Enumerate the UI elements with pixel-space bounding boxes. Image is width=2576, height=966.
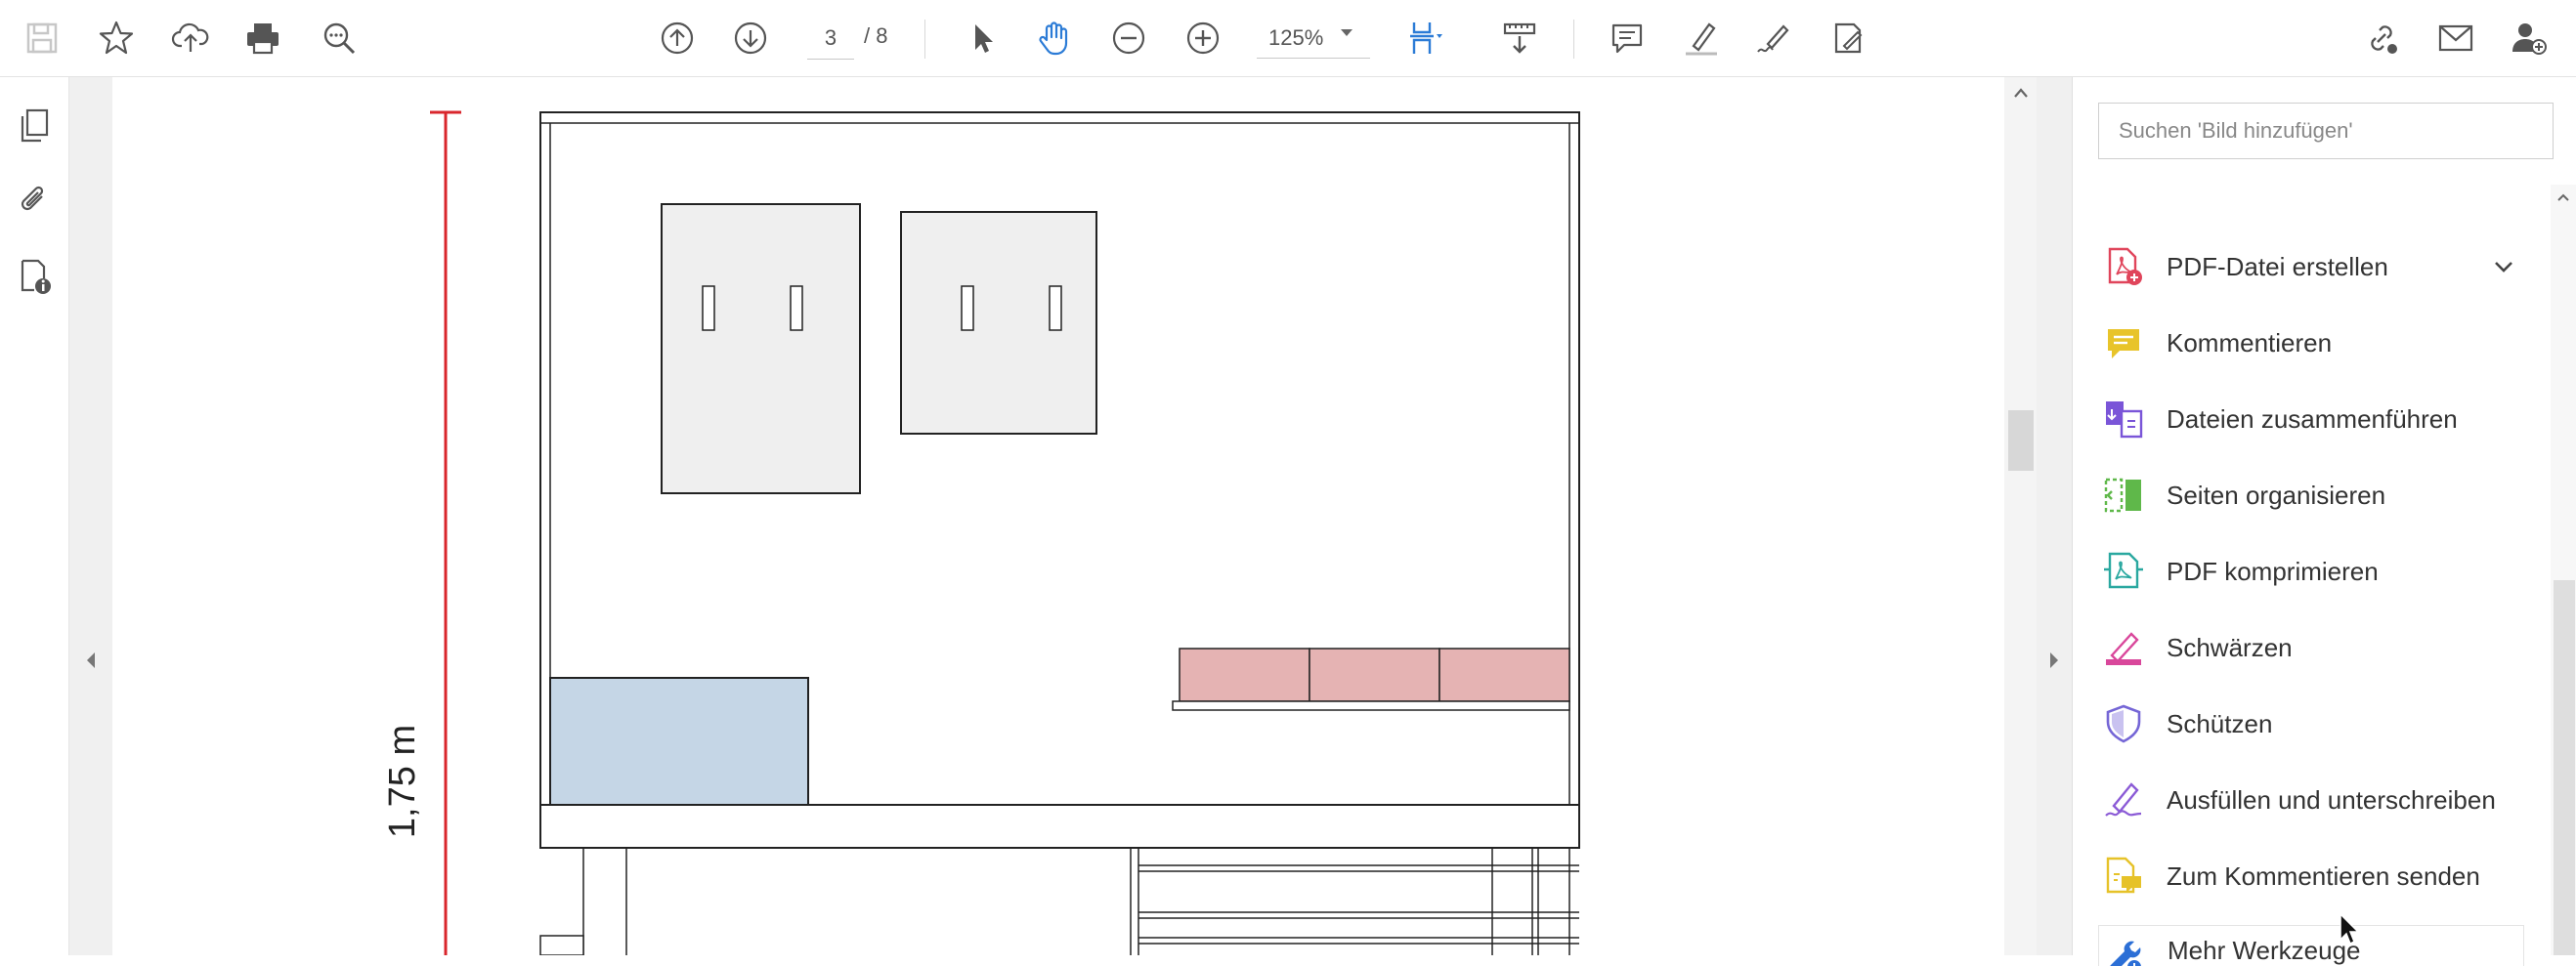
- hand-tool-icon[interactable]: [1030, 14, 1079, 63]
- tool-create-pdf[interactable]: PDF-Datei erstellen: [2102, 239, 2388, 294]
- send-comment-icon: [2106, 857, 2141, 894]
- document-properties-icon[interactable]: [15, 257, 54, 296]
- print-icon[interactable]: [238, 14, 287, 63]
- fill-sign-tool-icon: [2105, 782, 2142, 817]
- tool-label: Seiten organisieren: [2167, 480, 2386, 510]
- red-shelf-segment: [1179, 648, 1310, 702]
- tool-compress-pdf[interactable]: PDF komprimieren: [2102, 544, 2379, 599]
- highlight-icon[interactable]: [1677, 14, 1726, 63]
- left-panel-gutter: [69, 77, 112, 955]
- sign-pen-icon[interactable]: [1749, 14, 1798, 63]
- shelf-board: [1172, 700, 1570, 711]
- document-vertical-scrollbar[interactable]: [2004, 77, 2037, 955]
- document-scrollbar-thumb[interactable]: [2008, 410, 2034, 471]
- collapse-left-arrow-icon[interactable]: [85, 651, 97, 670]
- tool-protect[interactable]: Schützen: [2102, 696, 2272, 751]
- create-pdf-icon: [2108, 247, 2142, 285]
- protect-shield-icon: [2106, 704, 2141, 743]
- comment-icon[interactable]: [1603, 14, 1652, 63]
- right-panel-gutter: [2037, 77, 2072, 955]
- tool-merge-files[interactable]: Dateien zusammenführen: [2102, 392, 2458, 446]
- wall-cabinet-right: [900, 211, 1097, 435]
- attachment-icon[interactable]: [15, 181, 54, 220]
- tool-label: Kommentieren: [2167, 327, 2333, 357]
- mouse-cursor-icon: [2340, 912, 2360, 945]
- organize-pages-icon: [2104, 478, 2141, 513]
- tool-organize-pages[interactable]: Seiten organisieren: [2102, 468, 2385, 523]
- tools-panel-scrollbar-thumb[interactable]: [2554, 580, 2575, 955]
- tool-label: Schwärzen: [2167, 632, 2293, 662]
- upload-cloud-icon[interactable]: [166, 14, 215, 63]
- fit-page-icon[interactable]: [1401, 14, 1450, 63]
- zoom-in-icon[interactable]: [1179, 14, 1227, 63]
- page-down-icon[interactable]: [726, 14, 775, 63]
- chevron-down-icon[interactable]: [1341, 29, 1352, 36]
- tool-label: Ausfüllen und unterschreiben: [2167, 784, 2496, 815]
- tool-send-for-comment[interactable]: Zum Kommentieren senden: [2102, 849, 2480, 903]
- tool-label: PDF komprimieren: [2167, 556, 2379, 586]
- tool-label: Dateien zusammenführen: [2167, 403, 2458, 434]
- redact-icon: [2106, 632, 2141, 665]
- wall-cabinet-left: [661, 203, 861, 494]
- bookmark-star-icon[interactable]: [92, 14, 141, 63]
- countertop: [539, 804, 1580, 849]
- document-canvas[interactable]: 1,75 m: [112, 77, 2004, 955]
- tools-panel: Suchen 'Bild hinzufügen' PDF-Datei erste…: [2072, 77, 2576, 966]
- scroll-mode-icon[interactable]: [1495, 14, 1544, 63]
- scroll-up-arrow-icon[interactable]: [2556, 192, 2570, 202]
- more-tools-icon: [2110, 941, 2143, 966]
- tool-label: Mehr Werkzeuge: [2168, 936, 2361, 965]
- blue-base-unit: [549, 677, 809, 806]
- dimension-label: 1,75 m: [382, 725, 423, 838]
- page-total: / 8: [864, 23, 888, 48]
- chevron-down-icon[interactable]: [2493, 259, 2514, 274]
- scroll-up-arrow-icon[interactable]: [2013, 87, 2029, 99]
- comment-tool-icon: [2108, 329, 2139, 358]
- select-cursor-icon[interactable]: [958, 14, 1007, 63]
- merge-files-icon: [2106, 401, 2143, 439]
- tool-label: Zum Kommentieren senden: [2167, 861, 2480, 891]
- zoom-level-select[interactable]: 125%: [1257, 18, 1370, 59]
- save-icon[interactable]: [18, 14, 66, 63]
- compress-pdf-icon: [2104, 552, 2143, 589]
- page-up-icon[interactable]: [653, 14, 702, 63]
- find-zoom-icon[interactable]: [315, 14, 364, 63]
- red-shelf-segment: [1309, 648, 1440, 702]
- email-icon[interactable]: [2431, 14, 2480, 63]
- tool-comment[interactable]: Kommentieren: [2102, 315, 2332, 370]
- add-user-icon[interactable]: [2504, 14, 2553, 63]
- left-navigation-rail: [0, 77, 69, 955]
- tool-more-tools[interactable]: Mehr Werkzeuge: [2098, 925, 2524, 966]
- tool-redact[interactable]: Schwärzen: [2102, 620, 2293, 675]
- floor-plan-drawing: 1,75 m: [382, 110, 1580, 955]
- tools-search-input[interactable]: Suchen 'Bild hinzufügen': [2098, 103, 2554, 159]
- zoom-out-icon[interactable]: [1104, 14, 1153, 63]
- top-toolbar: 3 / 8 125%: [0, 0, 2576, 77]
- fill-sign-icon[interactable]: [1824, 14, 1872, 63]
- red-shelf-segment: [1438, 648, 1570, 702]
- page-number-input[interactable]: 3: [807, 18, 854, 60]
- share-link-icon[interactable]: [2357, 14, 2406, 63]
- collapse-right-arrow-icon[interactable]: [2048, 651, 2060, 670]
- tool-fill-sign[interactable]: Ausfüllen und unterschreiben: [2102, 773, 2496, 827]
- tool-label: Schützen: [2167, 708, 2273, 738]
- page-thumbnails-icon[interactable]: [15, 106, 54, 146]
- toolbar-separator: [924, 20, 925, 59]
- toolbar-separator: [1573, 20, 1574, 59]
- tool-label: PDF-Datei erstellen: [2167, 251, 2388, 281]
